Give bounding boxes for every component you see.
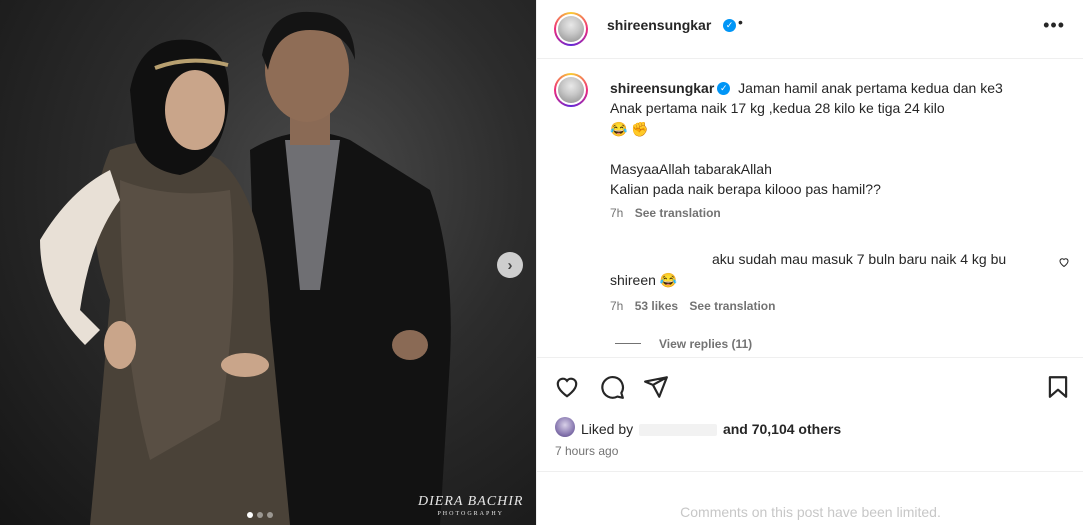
comment-text-line2: shireen 😂 bbox=[610, 272, 678, 288]
like-heart-icon[interactable] bbox=[554, 374, 580, 400]
caption-meta: 7h See translation bbox=[610, 206, 721, 220]
comment-text-line1: aku sudah mau masuk 7 buln baru naik 4 k… bbox=[712, 251, 1007, 267]
comment-likes[interactable]: 53 likes bbox=[635, 299, 678, 313]
watermark-sub: PHOTOGRAPHY bbox=[437, 511, 505, 517]
watermark-name: DIERA BACHIR bbox=[418, 494, 524, 509]
caption-username[interactable]: shireensungkar bbox=[610, 80, 714, 96]
couple-photo-illustration bbox=[40, 11, 451, 525]
caption-time[interactable]: 7h bbox=[610, 206, 623, 220]
liked-by-username[interactable] bbox=[639, 424, 718, 437]
liked-by-avatar[interactable] bbox=[555, 417, 575, 437]
carousel-indicator bbox=[247, 512, 273, 518]
chevron-right-icon: › bbox=[507, 256, 513, 274]
comment-bubble-icon[interactable] bbox=[599, 374, 625, 400]
comments-section: shireensungkar ✓ Jaman hamil anak pertama… bbox=[537, 59, 1083, 358]
carousel-dot bbox=[257, 512, 263, 518]
post-photo: › DIERA BACHIR PHOTOGRAPHY bbox=[0, 0, 536, 525]
photographer-watermark: DIERA BACHIR PHOTOGRAPHY bbox=[418, 494, 523, 517]
carousel-dot bbox=[267, 512, 273, 518]
caption-text-line4: Kalian pada naik berapa kilooo pas hamil… bbox=[610, 181, 881, 197]
more-horizontal-icon[interactable]: ••• bbox=[1043, 15, 1065, 36]
verified-badge-icon: ✓ bbox=[723, 19, 736, 32]
likes-summary: Liked by and 70,104 others bbox=[581, 421, 841, 437]
view-replies-label: View replies (11) bbox=[659, 337, 753, 351]
caption-avatar[interactable] bbox=[554, 73, 588, 107]
comment-like-heart-icon[interactable] bbox=[1058, 256, 1070, 268]
view-replies-button[interactable]: View replies (11) bbox=[659, 337, 752, 351]
post-header: shireensungkar ✓ • ••• bbox=[537, 0, 1083, 59]
post-actions: Liked by and 70,104 others 7 hours ago C… bbox=[537, 358, 1083, 525]
comment-meta: 7h 53 likes See translation bbox=[610, 299, 775, 313]
caption-text-line2: Anak pertama naik 17 kg ,kedua 28 kilo k… bbox=[610, 100, 945, 116]
share-send-icon[interactable] bbox=[643, 374, 669, 400]
comment-time[interactable]: 7h bbox=[610, 299, 623, 313]
save-bookmark-icon[interactable] bbox=[1045, 374, 1071, 400]
caption-text-line3: MasyaaAllah tabarakAllah bbox=[610, 161, 772, 177]
post-sidebar: shireensungkar ✓ • ••• shireensungkar ✓ J… bbox=[536, 0, 1083, 525]
likes-count[interactable]: and 70,104 others bbox=[723, 421, 841, 437]
caption-first-line: shireensungkar ✓ Jaman hamil anak pertama… bbox=[610, 80, 1003, 96]
verified-badge-icon: ✓ bbox=[717, 81, 731, 95]
post-time-ago[interactable]: 7 hours ago bbox=[555, 444, 618, 458]
header-separator: • bbox=[738, 14, 743, 30]
author-avatar[interactable] bbox=[554, 12, 588, 46]
carousel-dot bbox=[247, 512, 253, 518]
replies-divider bbox=[615, 343, 641, 344]
caption-see-translation[interactable]: See translation bbox=[635, 206, 721, 220]
caption-text-line1: Jaman hamil anak pertama kedua dan ke3 bbox=[738, 80, 1003, 96]
carousel-next-button[interactable]: › bbox=[497, 252, 523, 278]
author-username[interactable]: shireensungkar bbox=[607, 17, 711, 33]
comments-limited-notice: Comments on this post have been limited. bbox=[537, 471, 1083, 525]
caption-emoji: 😂 ✊ bbox=[610, 121, 649, 137]
liked-by-label: Liked by bbox=[581, 421, 634, 437]
comment-see-translation[interactable]: See translation bbox=[689, 299, 775, 313]
